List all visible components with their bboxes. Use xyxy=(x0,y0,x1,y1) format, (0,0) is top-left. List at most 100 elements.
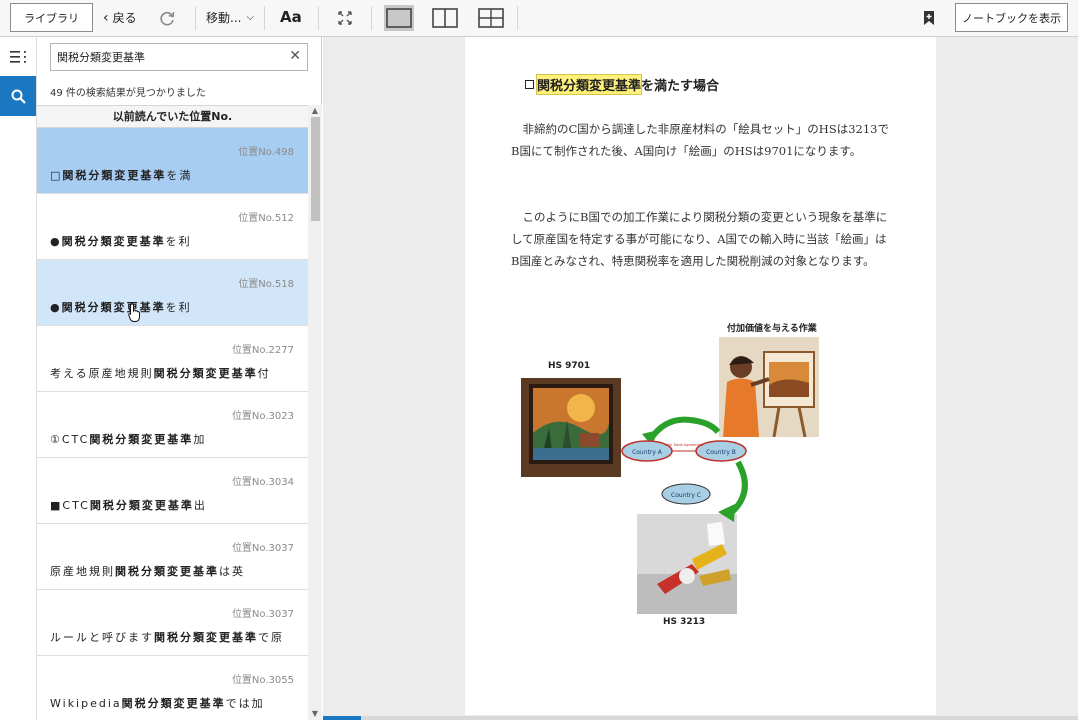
country-c-label: Country C xyxy=(671,492,701,499)
result-location: 位置No.498 xyxy=(238,147,294,158)
figure-label-hs3213: HS 3213 xyxy=(663,617,706,627)
snippet-match: 関税分類変更基準 xyxy=(89,499,194,512)
result-snippet: ルールと呼びます関税分類変更基準で原 xyxy=(50,629,284,645)
fullscreen-icon[interactable] xyxy=(333,5,357,31)
search-result-item[interactable]: 位置No.2277 考える原産地規則関税分類変更基準付 xyxy=(37,326,308,392)
back-label: 戻る xyxy=(112,11,137,25)
toolbar-separator xyxy=(517,6,518,30)
left-rail xyxy=(0,37,37,720)
country-a-label: Country A xyxy=(632,449,663,456)
toolbar: ライブラリ ‹ 戻る 移動... ⌵ Aa ノートブックを表示 xyxy=(0,0,1078,37)
library-button[interactable]: ライブラリ xyxy=(10,3,93,32)
result-count: 49 件の検索結果が見つかりました xyxy=(50,88,206,99)
search-result-item[interactable]: 位置No.498 □関税分類変更基準を満 xyxy=(37,128,308,194)
search-input[interactable] xyxy=(51,44,276,70)
refresh-icon[interactable] xyxy=(155,5,179,31)
search-box: ✕ xyxy=(50,43,308,71)
snippet-match: 関税分類変更基準 xyxy=(89,433,194,446)
search-results: 以前読んでいた位置No. 位置No.498 □関税分類変更基準を満 位置No.512… xyxy=(37,105,322,720)
move-menu-button[interactable]: 移動... ⌵ xyxy=(206,9,254,26)
paragraph-1: 非締約のC国から調達した非原産材料の「絵具セット」のHSは3213でB国にて制作… xyxy=(511,122,889,158)
snippet-prefix: 考える原産地規則 xyxy=(50,367,154,380)
result-snippet: ●関税分類変更基準を利 xyxy=(50,299,192,315)
result-snippet: 原産地規則関税分類変更基準は英 xyxy=(50,563,245,579)
two-page-view-icon[interactable] xyxy=(430,5,460,31)
result-snippet: ●関税分類変更基準を利 xyxy=(50,233,192,249)
snippet-suffix: で原 xyxy=(258,631,284,644)
snippet-match: 関税分類変更基準 xyxy=(61,301,166,314)
snippet-suffix: 付 xyxy=(257,367,271,380)
result-snippet: ■CTC関税分類変更基準出 xyxy=(50,497,207,513)
result-location: 位置No.2277 xyxy=(231,345,294,356)
reading-progress-fill xyxy=(323,716,361,720)
snippet-prefix: 原産地規則 xyxy=(50,565,115,578)
snippet-suffix: を満 xyxy=(166,169,193,182)
snippet-match: 関税分類変更基準 xyxy=(154,631,258,644)
result-location: 位置No.3037 xyxy=(231,543,294,554)
back-button[interactable]: ‹ 戻る xyxy=(103,9,137,26)
snippet-prefix: ■CTC xyxy=(50,499,90,512)
bookmark-add-icon[interactable] xyxy=(920,5,938,31)
snippet-suffix: 出 xyxy=(193,499,207,512)
snippet-match: 関税分類変更基準 xyxy=(62,169,167,182)
move-label: 移動... xyxy=(206,11,242,25)
toc-icon xyxy=(9,51,26,63)
painting-photo xyxy=(521,378,621,477)
snippet-suffix: では加 xyxy=(225,697,265,710)
snippet-prefix: □ xyxy=(50,169,63,182)
toolbar-separator xyxy=(264,6,265,30)
result-location: 位置No.3034 xyxy=(231,477,294,488)
table-of-contents-button[interactable] xyxy=(0,37,36,77)
search-result-item[interactable]: 位置No.3055 Wikipedia関税分類変更基準では加 xyxy=(37,656,308,720)
chevron-left-icon: ‹ xyxy=(103,9,109,26)
show-notebook-button[interactable]: ノートブックを表示 xyxy=(955,3,1068,32)
reading-progress-bar[interactable] xyxy=(323,716,1078,720)
snippet-suffix: は英 xyxy=(219,565,245,578)
result-location: 位置No.3055 xyxy=(231,675,294,686)
chevron-down-icon: ⌵ xyxy=(246,12,255,23)
font-settings-button[interactable]: Aa xyxy=(280,8,302,26)
search-icon xyxy=(11,89,26,104)
snippet-prefix: ● xyxy=(50,301,62,314)
snippet-match: 関税分類変更基準 xyxy=(153,367,258,380)
snippet-match: 関税分類変更基準 xyxy=(115,565,219,578)
paragraph-2: このようにB国での加工作業により関税分類の変更という現象を基準にして原産国を特定… xyxy=(511,210,888,268)
trade-diagram: Country A Country B Country C Free Trade… xyxy=(621,416,748,522)
snippet-suffix: を利 xyxy=(165,301,192,314)
result-snippet: 考える原産地規則関税分類変更基準付 xyxy=(50,365,271,381)
previous-position-header[interactable]: 以前読んでいた位置No. xyxy=(37,105,308,128)
search-result-item[interactable]: 位置No.518 ●関税分類変更基準を利 xyxy=(37,260,308,326)
scroll-thumb[interactable] xyxy=(311,117,320,221)
result-snippet: Wikipedia関税分類変更基準では加 xyxy=(50,695,265,711)
search-result-item[interactable]: 位置No.3034 ■CTC関税分類変更基準出 xyxy=(37,458,308,524)
book-page[interactable]: 関税分類変更基準 を満たす場合 非締約のC国から調達した非原産材料の「絵具セット… xyxy=(465,37,936,715)
search-result-item[interactable]: 位置No.3037 ルールと呼びます関税分類変更基準で原 xyxy=(37,590,308,656)
snippet-prefix: ● xyxy=(50,235,62,248)
clear-search-icon[interactable]: ✕ xyxy=(289,48,301,64)
search-result-item[interactable]: 位置No.3037 原産地規則関税分類変更基準は英 xyxy=(37,524,308,590)
search-result-item[interactable]: 位置No.512 ●関税分類変更基準を利 xyxy=(37,194,308,260)
scroll-down-icon[interactable]: ▼ xyxy=(308,708,322,720)
fta-label: Free Trade Agreement xyxy=(665,443,704,447)
single-page-view-icon[interactable] xyxy=(384,5,414,31)
toolbar-separator xyxy=(371,6,372,30)
scroll-up-icon[interactable]: ▲ xyxy=(308,105,322,117)
result-location: 位置No.3023 xyxy=(231,411,294,422)
search-highlight[interactable]: 関税分類変更基準 xyxy=(535,74,643,95)
search-panel-button[interactable] xyxy=(0,76,36,116)
result-snippet: □関税分類変更基準を満 xyxy=(50,167,192,183)
search-result-item[interactable]: 位置No.3023 ①CTC関税分類変更基準加 xyxy=(37,392,308,458)
reader-area: 関税分類変更基準 を満たす場合 非締約のC国から調達した非原産材料の「絵具セット… xyxy=(323,37,1078,720)
country-b-label: Country B xyxy=(706,449,736,456)
hand-cursor-icon xyxy=(128,303,140,322)
snippet-match: 関税分類変更基準 xyxy=(121,697,226,710)
result-snippet: ①CTC関税分類変更基準加 xyxy=(50,431,206,447)
snippet-prefix: ルールと呼びます xyxy=(50,631,154,644)
snippet-suffix: を利 xyxy=(165,235,192,248)
results-scrollbar[interactable]: ▲ ▼ xyxy=(308,105,322,720)
result-location: 位置No.512 xyxy=(238,213,294,224)
grid-view-icon[interactable] xyxy=(476,5,506,31)
snippet-prefix: Wikipedia xyxy=(50,697,122,710)
snippet-match: 関税分類変更基準 xyxy=(61,235,166,248)
result-location: 位置No.518 xyxy=(238,279,294,290)
